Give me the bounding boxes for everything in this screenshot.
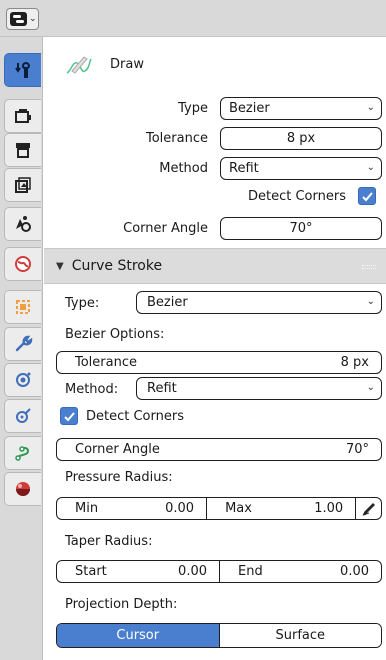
method-dropdown[interactable]: Refit ⌄ (220, 157, 382, 180)
chevron-down-icon: ⌄ (366, 382, 375, 393)
type-value: Bezier (229, 101, 270, 116)
taper-start-label: Start (75, 564, 107, 579)
pressure-radius-label: Pressure Radius: (65, 470, 173, 485)
tolerance-label: Tolerance (146, 131, 208, 146)
editor-type-icon (10, 12, 27, 26)
cs-type-dropdown[interactable]: Bezier ⌄ (136, 291, 382, 314)
tab-tool[interactable] (4, 53, 41, 87)
checkmark-icon (361, 191, 373, 201)
properties-tab-bar (0, 37, 43, 660)
chevron-down-icon: ⌄ (366, 162, 375, 173)
curve-draw-icon (66, 56, 92, 74)
detect-corners-checkbox[interactable] (358, 187, 376, 205)
taper-start-field[interactable]: Start 0.00 (57, 561, 219, 582)
material-icon (16, 482, 30, 496)
corner-angle-value: 70° (289, 221, 313, 236)
active-tool-header: Draw (64, 51, 144, 77)
cs-detect-corners-label: Detect Corners (86, 409, 184, 424)
view-layer-icon (15, 177, 31, 193)
cs-method-label: Method: (65, 382, 119, 397)
cs-type-value: Bezier (147, 295, 188, 310)
tolerance-field[interactable]: 8 px (220, 127, 382, 150)
bezier-options-label: Bezier Options: (65, 327, 165, 342)
world-icon (15, 256, 31, 272)
taper-end-label: End (238, 564, 263, 579)
curve-stroke-header[interactable]: ▼ Curve Stroke (44, 248, 386, 284)
constraint-icon (15, 446, 30, 461)
taper-end-field[interactable]: End 0.00 (219, 561, 381, 582)
corner-angle-field[interactable]: 70° (220, 217, 382, 240)
tolerance-value: 8 px (286, 131, 316, 146)
method-label: Method (159, 161, 208, 176)
cs-detect-corners-checkbox[interactable] (60, 407, 78, 425)
header-bar: ⌄ (0, 0, 386, 37)
tab-view-layer[interactable] (4, 168, 41, 202)
scene-icon (16, 216, 31, 232)
render-icon (15, 109, 31, 123)
corner-angle-label: Corner Angle (123, 221, 208, 236)
cs-method-value: Refit (147, 381, 177, 396)
cs-corner-angle-field[interactable]: Corner Angle 70° (56, 438, 382, 461)
cs-tolerance-field[interactable]: Tolerance 8 px (56, 351, 382, 374)
drag-grip-icon[interactable] (362, 265, 376, 269)
cs-type-label: Type: (65, 296, 100, 311)
chevron-down-icon: ⌄ (29, 14, 37, 24)
chevron-down-icon: ⌄ (366, 296, 375, 307)
disclosure-triangle-icon: ▼ (56, 260, 64, 272)
cs-tolerance-value: 8 px (340, 355, 369, 370)
pressure-min-label: Min (75, 501, 99, 516)
tab-physics[interactable] (4, 399, 41, 433)
chevron-down-icon: ⌄ (366, 102, 375, 113)
cs-tolerance-label: Tolerance (75, 355, 137, 370)
tab-particles[interactable] (4, 363, 41, 397)
tab-object[interactable] (4, 290, 41, 324)
cs-corner-angle-label: Corner Angle (75, 442, 160, 457)
cs-corner-angle-value: 70° (345, 442, 369, 457)
tab-constraint[interactable] (4, 436, 41, 470)
type-dropdown[interactable]: Bezier ⌄ (220, 97, 382, 120)
tab-render[interactable] (4, 99, 41, 133)
tab-modifier[interactable] (4, 327, 41, 361)
object-icon (16, 300, 30, 314)
particles-icon (16, 372, 31, 387)
curve-stroke-title: Curve Stroke (71, 258, 163, 274)
projection-cursor-option[interactable]: Cursor (57, 624, 219, 647)
pen-pressure-icon (362, 502, 375, 516)
tab-output[interactable] (4, 133, 41, 167)
properties-panel: Draw Type Bezier ⌄ Tolerance 8 px Method… (44, 37, 386, 660)
pressure-min-value: 0.00 (165, 501, 195, 516)
projection-surface-option[interactable]: Surface (218, 624, 381, 647)
tab-material[interactable] (4, 472, 41, 506)
pressure-max-value: 1.00 (314, 501, 344, 516)
pressure-curve-button[interactable] (355, 498, 381, 519)
tab-scene[interactable] (4, 207, 41, 241)
tool-icon (15, 61, 31, 78)
tool-name: Draw (110, 56, 144, 72)
cs-method-dropdown[interactable]: Refit ⌄ (136, 377, 382, 400)
checkmark-icon (63, 411, 75, 421)
projection-depth-toggle: Cursor Surface (56, 623, 382, 648)
taper-end-value: 0.00 (340, 564, 369, 579)
pressure-radius-fields: Min 0.00 Max 1.00 (56, 497, 382, 520)
physics-icon (16, 408, 31, 423)
type-label: Type (178, 101, 208, 116)
output-icon (16, 143, 30, 158)
pressure-min-field[interactable]: Min 0.00 (57, 498, 206, 519)
editor-type-button[interactable]: ⌄ (6, 8, 39, 30)
tab-world[interactable] (4, 247, 41, 281)
method-value: Refit (229, 161, 259, 176)
detect-corners-label: Detect Corners (248, 189, 346, 204)
taper-radius-fields: Start 0.00 End 0.00 (56, 560, 382, 583)
taper-radius-label: Taper Radius: (65, 534, 153, 549)
modifier-icon (15, 335, 33, 352)
taper-start-value: 0.00 (178, 564, 207, 579)
pressure-max-field[interactable]: Max 1.00 (206, 498, 355, 519)
projection-depth-label: Projection Depth: (65, 597, 178, 612)
pressure-max-label: Max (225, 501, 252, 516)
